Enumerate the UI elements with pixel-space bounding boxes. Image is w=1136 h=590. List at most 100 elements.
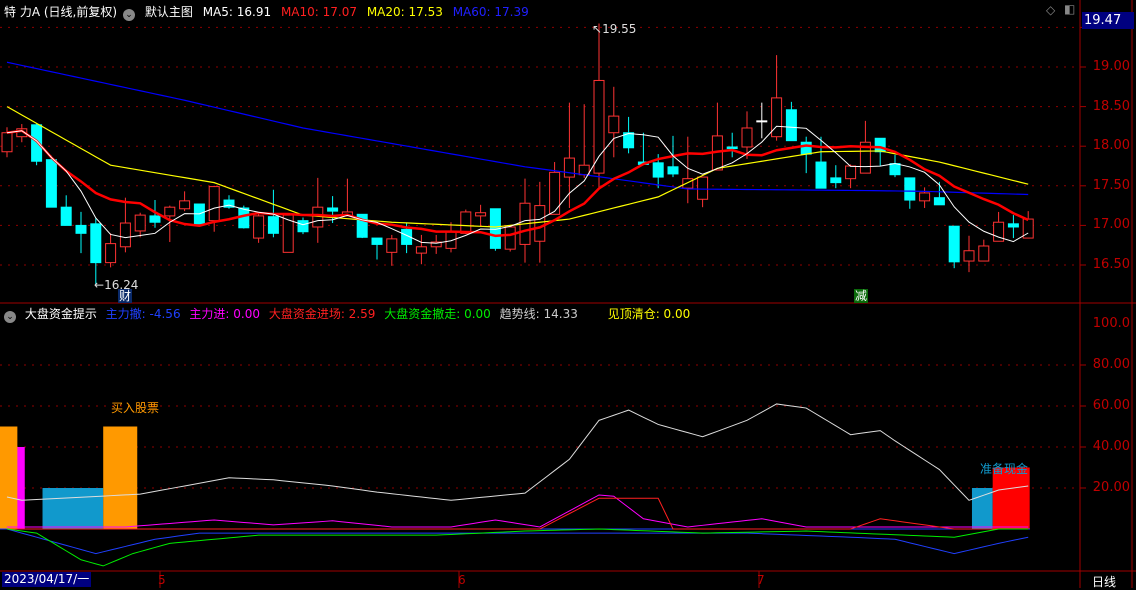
candle-body	[1, 132, 13, 153]
candle-body	[904, 177, 916, 201]
candle-body	[563, 157, 575, 178]
price-tick: 19.00	[1092, 59, 1130, 74]
trend-line-value: 趋势线: 14.33	[499, 307, 578, 321]
candle-body	[741, 127, 753, 148]
stock-title[interactable]: 特 力A (日线,前复权)	[4, 5, 117, 19]
zhulichè-value: 主力撤: -4.56	[105, 307, 181, 321]
reduce-marker[interactable]: 减	[854, 289, 869, 303]
market-inflow-value: 大盘资金进场: 2.59	[268, 307, 376, 321]
candle-body	[460, 211, 472, 234]
candle-body	[90, 223, 102, 264]
buy-signal-label: 买入股票	[111, 401, 160, 415]
candle-body	[371, 237, 383, 245]
current-price-label: 19.47	[1082, 12, 1134, 29]
diamond-icon[interactable]: ◇	[1046, 3, 1055, 17]
candle-body	[874, 137, 886, 153]
candle-body	[75, 224, 87, 234]
candle-body	[682, 178, 694, 189]
signal-bar	[971, 488, 993, 529]
candle-body	[608, 115, 620, 134]
candle-body	[149, 215, 161, 223]
candle-body	[134, 214, 146, 232]
candle-body	[534, 205, 546, 242]
candle-body	[1007, 223, 1019, 228]
candle-body	[297, 220, 309, 233]
candle-body	[119, 222, 131, 248]
finance-marker[interactable]: 财	[118, 289, 133, 303]
candle-body	[726, 146, 738, 150]
chevron-down-icon[interactable]: ⌄	[4, 311, 16, 323]
ma10-value: MA10: 17.07	[280, 5, 357, 19]
ma20-value: MA20: 17.53	[366, 5, 443, 19]
indicator-tick: 80.00	[1092, 357, 1130, 372]
candle-body	[963, 250, 975, 262]
signal-bar	[42, 488, 104, 529]
candle-body	[815, 161, 827, 189]
price-tick: 17.50	[1092, 178, 1130, 193]
high-price: 19.55	[602, 22, 637, 36]
indicator-name[interactable]: 大盘资金提示	[25, 307, 97, 321]
candle-body	[948, 225, 960, 263]
candle-body	[164, 206, 176, 217]
candle-body	[105, 243, 117, 264]
price-tick: 16.50	[1092, 257, 1130, 272]
market-outflow-value: 大盘资金撤走: 0.00	[384, 307, 491, 321]
indicator-line	[6, 528, 1029, 567]
candle-body	[830, 177, 842, 184]
candle-body	[45, 159, 57, 208]
candle-body	[415, 246, 427, 254]
candle-body	[504, 226, 516, 250]
indicator-tick: 40.00	[1092, 439, 1130, 454]
candle-body	[771, 97, 783, 138]
panel-toggle-icon[interactable]: ◧	[1064, 2, 1075, 16]
signal-bar	[103, 426, 138, 529]
candle-body	[475, 212, 487, 217]
candle-body	[652, 162, 664, 178]
ma60-line	[6, 61, 1029, 196]
candle-body	[179, 200, 191, 210]
chevron-down-icon[interactable]: ⌄	[123, 9, 136, 21]
indicator-tick: 60.00	[1092, 398, 1130, 413]
cash-signal-label: 准备现金	[980, 462, 1029, 476]
candle-body	[386, 238, 398, 253]
price-tick: 17.00	[1092, 217, 1130, 232]
high-price-label: ↖19.55	[592, 22, 637, 36]
ma5-value: MA5: 16.91	[202, 5, 272, 19]
candle-body	[60, 206, 72, 226]
candle-body	[267, 216, 279, 234]
candle-body	[756, 120, 768, 123]
candle-body	[549, 171, 561, 215]
indicator-line	[6, 403, 1029, 501]
candle-body	[238, 207, 250, 229]
month-label: 5	[158, 573, 166, 587]
candle-body	[445, 231, 457, 249]
candle-body	[697, 176, 709, 200]
candle-body	[800, 141, 812, 155]
ma60-value: MA60: 17.39	[452, 5, 529, 19]
candle-body	[327, 207, 339, 212]
indicator-tick: 20.00	[1092, 480, 1130, 495]
kline-chart[interactable]	[0, 0, 1136, 588]
period-button[interactable]: 日线	[1092, 573, 1116, 590]
price-tick: 18.50	[1092, 99, 1130, 114]
indicator-line	[7, 494, 1029, 528]
zhulijin-value: 主力进: 0.00	[189, 307, 260, 321]
candle-body	[933, 197, 945, 206]
price-tick: 18.00	[1092, 138, 1130, 153]
cursor-date: 2023/04/17/一	[2, 572, 92, 587]
candle-body	[845, 165, 857, 180]
month-label: 6	[458, 573, 466, 587]
candle-body	[578, 164, 590, 176]
month-label: 7	[757, 573, 765, 587]
candle-body	[785, 109, 797, 142]
template-name[interactable]: 默认主图	[145, 5, 193, 19]
top-clear-value: 见顶清仓: 0.00	[607, 307, 691, 321]
candle-body	[208, 186, 220, 222]
candle-body	[593, 79, 605, 174]
candle-body	[978, 245, 990, 262]
candle-body	[919, 192, 931, 202]
indicator-header: ⌄ 大盘资金提示 主力撤: -4.56 主力进: 0.00 大盘资金进场: 2.…	[4, 305, 695, 323]
indicator-line	[6, 528, 1029, 555]
candle-body	[889, 163, 901, 176]
indicator-tick: 100.0	[1092, 316, 1130, 331]
